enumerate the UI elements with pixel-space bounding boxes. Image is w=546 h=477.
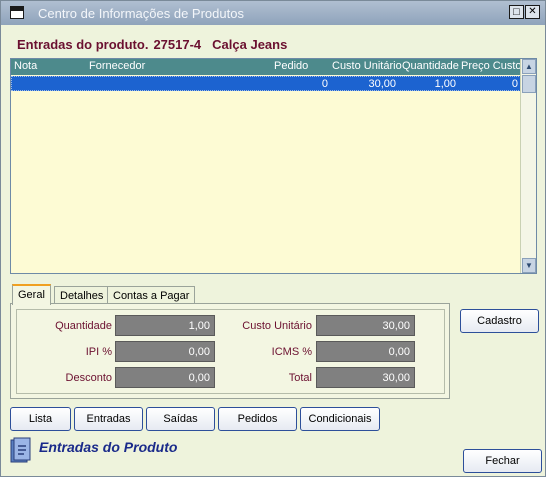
custo-unitario-label: Custo Unitário xyxy=(242,320,312,332)
fechar-button[interactable]: Fechar xyxy=(463,449,542,473)
condicionais-button[interactable]: Condicionais xyxy=(300,407,380,431)
total-field[interactable]: 30,00 xyxy=(316,367,415,388)
cell-preco-custo: 0 xyxy=(511,78,518,90)
cell-pedido: 0 xyxy=(321,78,328,90)
vertical-scrollbar[interactable]: ▲ ▼ xyxy=(520,59,536,273)
icms-label: ICMS % xyxy=(271,346,312,358)
column-header-fornecedor[interactable]: Fornecedor xyxy=(89,60,145,72)
cell-custo-unitario: 30,00 xyxy=(368,78,396,90)
page-title: Entradas do produto. 27517-4 Calça Jeans xyxy=(17,37,292,52)
close-icon[interactable]: ✕ xyxy=(525,5,540,19)
saidas-button[interactable]: Saídas xyxy=(146,407,215,431)
cell-quantidade: 1,00 xyxy=(434,78,456,90)
tab-contas-a-pagar[interactable]: Contas a Pagar xyxy=(107,286,196,304)
quantidade-label: Quantidade xyxy=(55,320,112,332)
tab-detalhes[interactable]: Detalhes xyxy=(54,286,110,304)
pedidos-button[interactable]: Pedidos xyxy=(218,407,297,431)
grid-header: Nota Fornecedor Pedido Custo Unitário Qu… xyxy=(11,59,522,75)
column-header-pedido[interactable]: Pedido xyxy=(274,60,308,72)
product-info-window: Centro de Informações de Produtos □ ✕ En… xyxy=(0,0,546,477)
desconto-field[interactable]: 0,00 xyxy=(115,367,215,388)
title-bar[interactable]: Centro de Informações de Produtos □ ✕ xyxy=(1,1,545,25)
product-code: 27517-4 xyxy=(153,37,202,52)
ipi-field[interactable]: 0,00 xyxy=(115,341,215,362)
total-label: Total xyxy=(288,372,312,384)
window-menu-icon[interactable] xyxy=(10,6,24,19)
column-header-custo-unitario[interactable]: Custo Unitário xyxy=(332,60,402,72)
icms-field[interactable]: 0,00 xyxy=(316,341,415,362)
entries-grid[interactable]: Nota Fornecedor Pedido Custo Unitário Qu… xyxy=(10,58,537,274)
product-entries-icon xyxy=(10,437,31,463)
lista-button[interactable]: Lista xyxy=(10,407,71,431)
desconto-label: Desconto xyxy=(65,372,112,384)
window-title: Centro de Informações de Produtos xyxy=(38,6,244,21)
minimize-maximize-icon[interactable]: □ xyxy=(509,5,524,19)
column-header-preco-custo[interactable]: Preço Custo xyxy=(461,60,522,72)
column-header-nota[interactable]: Nota xyxy=(14,60,37,72)
scroll-thumb[interactable] xyxy=(522,75,536,93)
custo-unitario-field[interactable]: 30,00 xyxy=(316,315,415,336)
column-header-quantidade[interactable]: Quantidade xyxy=(402,60,459,72)
ipi-label: IPI % xyxy=(85,346,112,358)
quantidade-field[interactable]: 1,00 xyxy=(115,315,215,336)
cadastro-button[interactable]: Cadastro xyxy=(460,309,539,333)
scroll-down-icon[interactable]: ▼ xyxy=(522,258,536,273)
entradas-button[interactable]: Entradas xyxy=(74,407,143,431)
product-name: Calça Jeans xyxy=(212,37,288,52)
scroll-up-icon[interactable]: ▲ xyxy=(522,59,536,74)
tab-panel-geral: Quantidade 1,00 IPI % 0,00 Desconto 0,00… xyxy=(10,303,450,399)
tab-geral[interactable]: Geral xyxy=(12,284,51,305)
footer-title: Entradas do Produto xyxy=(39,439,178,455)
table-row[interactable]: 0 30,00 1,00 0 xyxy=(11,76,521,91)
entries-label: Entradas do produto. xyxy=(17,37,149,52)
